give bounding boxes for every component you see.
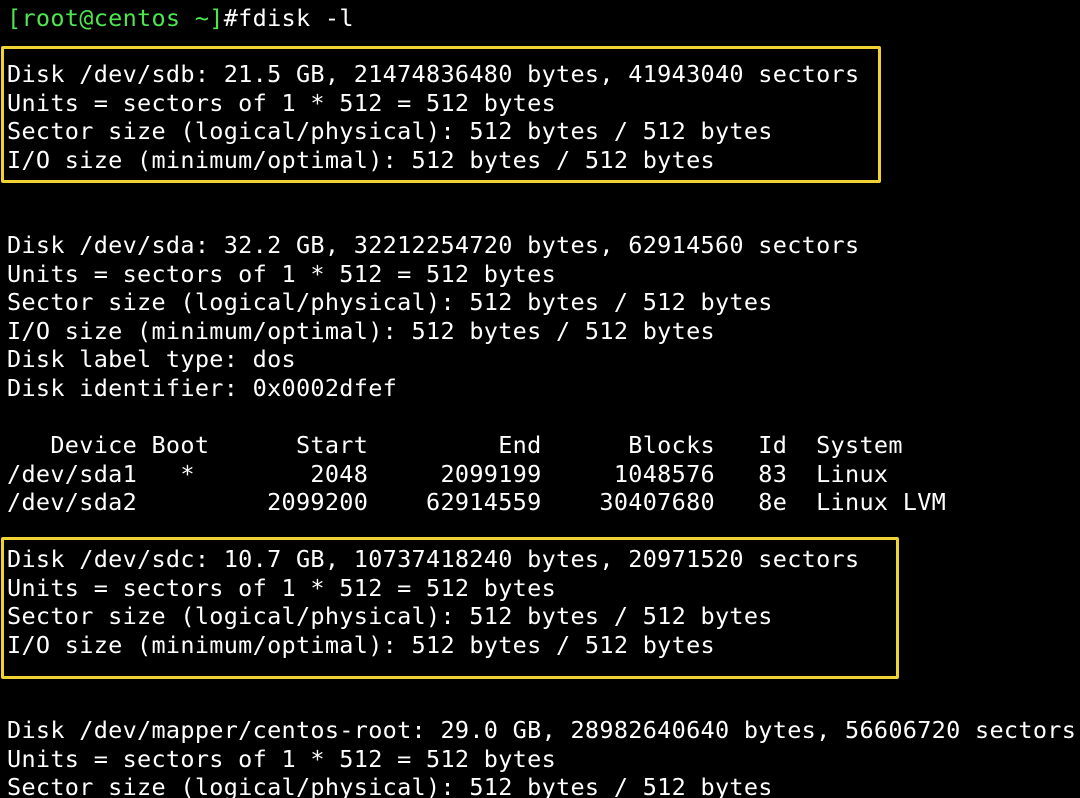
centos-root-disk-line: Disk /dev/mapper/centos-root: 29.0 GB, 2… bbox=[7, 716, 1077, 744]
sdc-io-size-line: I/O size (minimum/optimal): 512 bytes / … bbox=[7, 631, 715, 659]
sda-identifier-line: Disk identifier: 0x0002dfef bbox=[7, 374, 398, 402]
sdc-disk-line: Disk /dev/sdc: 10.7 GB, 10737418240 byte… bbox=[7, 545, 860, 573]
shell-prompt: [root@centos ~] bbox=[7, 4, 224, 32]
sdc-sector-size-line: Sector size (logical/physical): 512 byte… bbox=[7, 602, 773, 630]
sdb-sector-size-line: Sector size (logical/physical): 512 byte… bbox=[7, 117, 773, 145]
terminal-window[interactable]: [root@centos ~]#fdisk -l Disk /dev/sdb: … bbox=[0, 0, 1080, 798]
command-line: [root@centos ~]#fdisk -l bbox=[7, 4, 354, 32]
command-text: #fdisk -l bbox=[223, 4, 354, 32]
centos-root-sector-size-line: Sector size (logical/physical): 512 byte… bbox=[7, 773, 773, 798]
partition-row-sda1: /dev/sda1 * 2048 2099199 1048576 83 Linu… bbox=[7, 460, 889, 488]
sda-disk-line: Disk /dev/sda: 32.2 GB, 32212254720 byte… bbox=[7, 231, 860, 259]
sdb-io-size-line: I/O size (minimum/optimal): 512 bytes / … bbox=[7, 146, 715, 174]
sdb-disk-line: Disk /dev/sdb: 21.5 GB, 21474836480 byte… bbox=[7, 60, 860, 88]
sda-label-type-line: Disk label type: dos bbox=[7, 345, 296, 373]
sdc-units-line: Units = sectors of 1 * 512 = 512 bytes bbox=[7, 574, 557, 602]
partition-table-header: Device Boot Start End Blocks Id System bbox=[7, 431, 903, 459]
centos-root-units-line: Units = sectors of 1 * 512 = 512 bytes bbox=[7, 745, 557, 773]
partition-row-sda2: /dev/sda2 2099200 62914559 30407680 8e L… bbox=[7, 488, 947, 516]
sda-units-line: Units = sectors of 1 * 512 = 512 bytes bbox=[7, 260, 557, 288]
sdb-units-line: Units = sectors of 1 * 512 = 512 bytes bbox=[7, 89, 557, 117]
sda-io-size-line: I/O size (minimum/optimal): 512 bytes / … bbox=[7, 317, 715, 345]
sda-sector-size-line: Sector size (logical/physical): 512 byte… bbox=[7, 288, 773, 316]
